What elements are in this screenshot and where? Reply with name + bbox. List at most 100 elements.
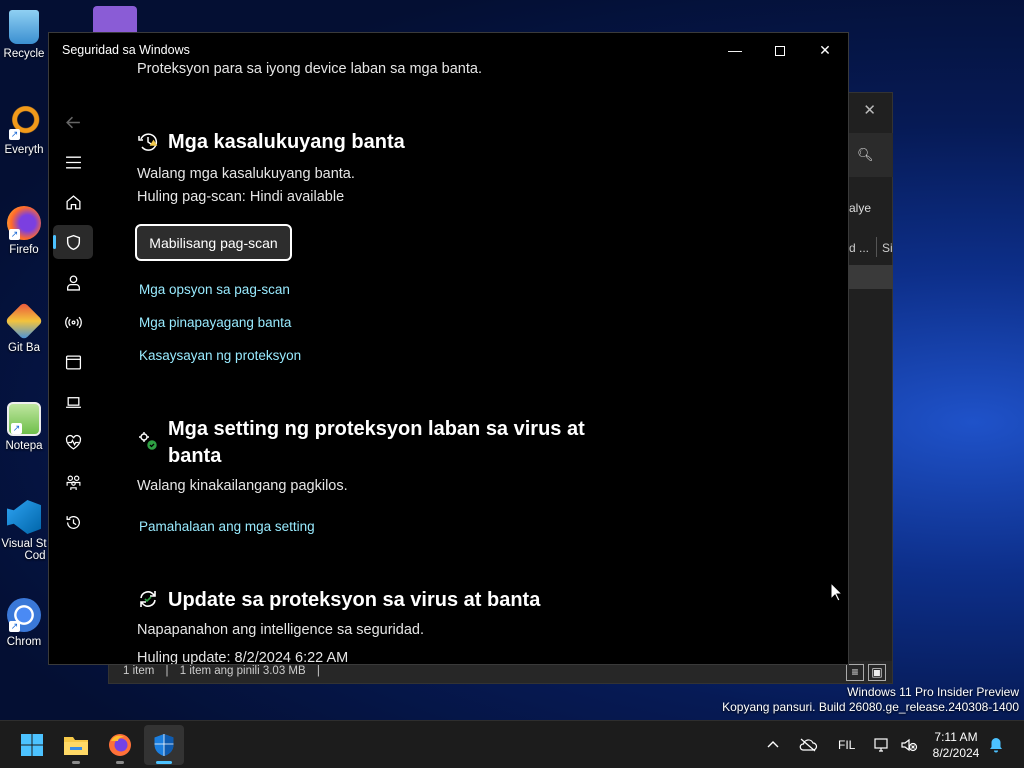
- update-refresh-icon: [137, 588, 159, 610]
- last-scan-text: Huling pag-scan: Hindi available: [137, 189, 345, 205]
- nav-firewall-network[interactable]: [53, 305, 93, 339]
- home-icon: [65, 194, 81, 210]
- nav-protection-history[interactable]: [53, 505, 93, 539]
- language-label: FIL: [838, 738, 856, 752]
- chrome-icon: ↗: [7, 598, 41, 632]
- shortcut-arrow-icon: ↗: [11, 423, 22, 434]
- folder-icon: [64, 737, 88, 755]
- details-view-button[interactable]: ≡: [846, 664, 864, 681]
- volume-button[interactable]: [900, 721, 918, 768]
- allowed-threats-link[interactable]: Mga pinapayagang banta: [139, 315, 291, 330]
- back-button[interactable]: [53, 105, 93, 139]
- protection-history-link[interactable]: Kasaysayan ng proteksyon: [139, 348, 301, 363]
- file-row-selected[interactable]: [849, 265, 893, 289]
- desktop-icon-label-line2: Cod: [24, 550, 46, 562]
- view-details-label[interactable]: alye: [849, 201, 871, 215]
- status-selected: 1 item ang pinili 3.03 MB: [179, 665, 306, 677]
- status-separator: |: [165, 665, 169, 677]
- navigation-rail: [49, 67, 99, 664]
- network-status-button[interactable]: [874, 721, 892, 768]
- speaker-muted-icon: [901, 738, 918, 752]
- main-content: Proteksyon para sa iyong device laban sa…: [135, 33, 817, 664]
- shortcut-arrow-icon: ↗: [9, 129, 20, 140]
- family-icon: [66, 475, 80, 490]
- nav-home[interactable]: [53, 185, 93, 219]
- nav-device-performance-health[interactable]: [53, 425, 93, 459]
- watermark-line2: Kopyang pansuri. Build 26080.ge_release.…: [722, 700, 1019, 714]
- desktop-icon-label: Visual St: [1, 538, 47, 550]
- active-indicator: [156, 761, 172, 764]
- bell-icon: [990, 738, 1002, 753]
- view-toggle: ≡ ▣: [846, 664, 886, 681]
- explorer-close-button[interactable]: ✕: [863, 101, 876, 119]
- mouse-cursor: [830, 581, 844, 607]
- nav-family-options[interactable]: [53, 465, 93, 499]
- nav-app-browser-control[interactable]: [53, 345, 93, 379]
- desktop-icon-label: Git Ba: [8, 342, 40, 354]
- scan-options-link[interactable]: Mga opsyon sa pag-scan: [139, 282, 290, 297]
- person-icon: [66, 274, 80, 291]
- current-threats-status: Walang mga kasalukuyang banta.: [137, 166, 355, 182]
- shortcut-arrow-icon: ↗: [9, 621, 20, 632]
- onedrive-button[interactable]: [798, 721, 818, 768]
- chevron-up-icon: [767, 741, 779, 748]
- settings-title: Mga setting ng proteksyon laban sa virus…: [168, 416, 585, 470]
- taskbar-windows-security[interactable]: [144, 725, 184, 765]
- network-icon: [874, 738, 888, 752]
- settings-gears-icon: [137, 430, 159, 452]
- vscode-icon: [7, 500, 41, 534]
- settings-title-line2: banta: [168, 445, 222, 467]
- status-separator: |: [316, 665, 320, 677]
- manage-settings-link[interactable]: Pamahalaan ang mga setting: [139, 519, 315, 534]
- desktop-icon-everything[interactable]: ↗ Everyth: [0, 106, 48, 156]
- shortcut-arrow-icon: ↗: [9, 229, 20, 240]
- desktop-icon-vscode[interactable]: Visual St Cod: [0, 500, 48, 562]
- windows-logo-icon: [21, 734, 43, 756]
- start-button[interactable]: [12, 725, 52, 765]
- firefox-icon: ↗: [7, 206, 41, 240]
- taskbar-clock[interactable]: 7:11 AM 8/2/2024: [922, 729, 990, 761]
- search-icon: 🔍︎: [857, 147, 874, 162]
- clock-time: 7:11 AM: [934, 730, 978, 744]
- insider-watermark: Windows 11 Pro Insider Preview Kopyang p…: [722, 685, 1019, 715]
- shield-icon: [66, 234, 80, 250]
- nav-settings[interactable]: [53, 657, 93, 664]
- windows-security-window[interactable]: Seguridad sa Windows — ✕ Proteksyon para…: [48, 32, 849, 665]
- notepad-plus-plus-icon: ↗: [7, 402, 41, 436]
- column-header-size[interactable]: Si: [882, 241, 893, 255]
- desktop-icon-recycle-bin[interactable]: Recycle: [0, 10, 48, 60]
- menu-button[interactable]: [53, 145, 93, 179]
- nav-virus-threat-protection[interactable]: [53, 225, 93, 259]
- tiles-view-button[interactable]: ▣: [868, 664, 886, 681]
- current-threats-icon: [137, 131, 159, 153]
- heart-pulse-icon: [65, 434, 81, 450]
- cloud-offline-icon: [799, 738, 818, 752]
- notifications-button[interactable]: [988, 721, 1004, 768]
- desktop-icon-git-bash[interactable]: Git Ba: [0, 301, 48, 354]
- taskbar-firefox[interactable]: [100, 725, 140, 765]
- watermark-line1: Windows 11 Pro Insider Preview: [847, 685, 1019, 699]
- desktop-icon-notepad[interactable]: ↗ Notepa: [0, 402, 48, 452]
- settings-title-line1: Mga setting ng proteksyon laban sa virus…: [168, 418, 585, 440]
- desktop-icon-chrome[interactable]: ↗ Chrom: [0, 598, 48, 648]
- running-indicator: [116, 761, 124, 764]
- taskbar-file-explorer[interactable]: [56, 725, 96, 765]
- desktop-icon-label: Firefo: [9, 244, 39, 256]
- desktop-icon-firefox[interactable]: ↗ Firefo: [0, 206, 48, 256]
- desktop-icon-label: Everyth: [4, 144, 44, 156]
- language-indicator[interactable]: FIL: [838, 721, 855, 768]
- quick-scan-button[interactable]: Mabilisang pag-scan: [135, 224, 292, 261]
- wifi-antenna-icon: [64, 316, 82, 328]
- column-divider: [876, 237, 877, 257]
- column-header[interactable]: d ...: [849, 241, 869, 255]
- explorer-search-button[interactable]: 🔍︎: [849, 133, 893, 177]
- history-icon: [65, 515, 80, 529]
- desktop-icon-label: Notepa: [5, 440, 43, 452]
- nav-account-protection[interactable]: [53, 265, 93, 299]
- clock-date: 8/2/2024: [932, 746, 980, 760]
- nav-device-security[interactable]: [53, 385, 93, 419]
- firefox-icon: [109, 734, 131, 756]
- everything-search-icon: ↗: [7, 106, 41, 140]
- laptop-icon: [65, 396, 81, 408]
- show-hidden-icons-button[interactable]: [766, 721, 780, 768]
